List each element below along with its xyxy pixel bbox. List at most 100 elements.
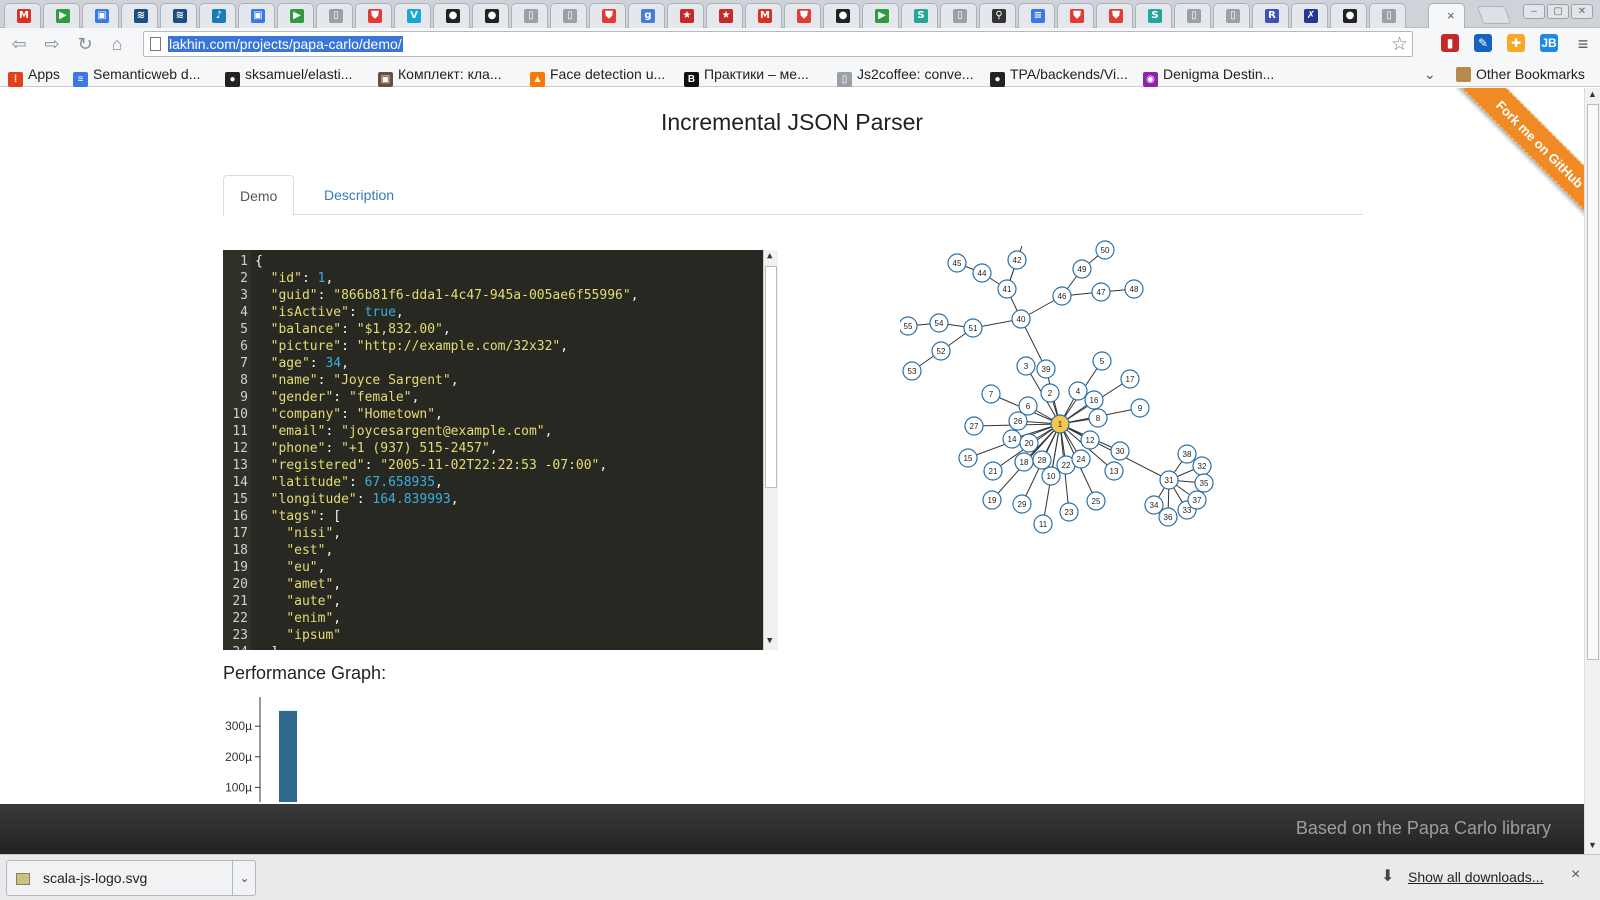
- code-line[interactable]: "email": "joycesargent@example.com",: [255, 423, 553, 440]
- code-line[interactable]: "aute",: [255, 593, 341, 610]
- tree-node[interactable]: 46: [1052, 286, 1072, 306]
- code-line[interactable]: "phone": "+1 (937) 515-2457",: [255, 440, 498, 457]
- bookmark-item[interactable]: ≡ Semanticweb d...: [73, 64, 200, 87]
- code-line[interactable]: "id": 1,: [255, 270, 334, 287]
- tree-node[interactable]: 15: [958, 448, 978, 468]
- tree-node[interactable]: 20: [1019, 433, 1039, 453]
- browser-tab[interactable]: ★: [667, 3, 704, 28]
- browser-tab[interactable]: ▣: [238, 3, 275, 28]
- browser-tab[interactable]: ▯: [1369, 3, 1406, 28]
- browser-tab[interactable]: ▶: [277, 3, 314, 28]
- tree-node[interactable]: 55: [900, 316, 918, 336]
- download-item[interactable]: scala-js-logo.svg ⌄: [6, 860, 256, 896]
- bookmark-item[interactable]: ● sksamuel/elasti...: [225, 64, 352, 87]
- tree-node[interactable]: 21: [983, 461, 1003, 481]
- json-editor[interactable]: 123456789101112131415161718192021222324 …: [223, 250, 778, 650]
- tree-node[interactable]: 16: [1084, 390, 1104, 410]
- browser-tab[interactable]: M: [4, 3, 41, 28]
- code-line[interactable]: "tags": [: [255, 508, 341, 525]
- browser-tab[interactable]: ▯: [1213, 3, 1250, 28]
- tree-node[interactable]: 48: [1124, 279, 1144, 299]
- code-line[interactable]: "name": "Joyce Sargent",: [255, 372, 459, 389]
- code-line[interactable]: ],: [255, 644, 287, 650]
- tree-node[interactable]: 8: [1088, 408, 1108, 428]
- editor-scroll-thumb[interactable]: [765, 266, 777, 488]
- bookmark-item[interactable]: ● TPA/backends/Vi...: [990, 64, 1128, 87]
- browser-tab[interactable]: ⛊: [1096, 3, 1133, 28]
- browser-tab[interactable]: V: [394, 3, 431, 28]
- tree-node[interactable]: 49: [1072, 259, 1092, 279]
- python-ext-icon[interactable]: ✚: [1507, 34, 1525, 52]
- tree-node[interactable]: 36: [1158, 507, 1178, 527]
- code-line[interactable]: "latitude": 67.658935,: [255, 474, 443, 491]
- tree-node[interactable]: 35: [1194, 473, 1214, 493]
- browser-tab[interactable]: ⛊: [1057, 3, 1094, 28]
- tree-node[interactable]: 44: [972, 263, 992, 283]
- code-line[interactable]: "enim",: [255, 610, 341, 627]
- browser-tab[interactable]: ✗: [1291, 3, 1328, 28]
- browser-tab[interactable]: g: [628, 3, 665, 28]
- tree-node[interactable]: 5: [1092, 351, 1112, 371]
- code-line[interactable]: "amet",: [255, 576, 341, 593]
- tree-node[interactable]: 47: [1091, 282, 1111, 302]
- browser-tab[interactable]: R: [1252, 3, 1289, 28]
- browser-tab[interactable]: ≋: [160, 3, 197, 28]
- tree-node[interactable]: 3: [1016, 356, 1036, 376]
- tree-node[interactable]: 39: [1036, 359, 1056, 379]
- browser-tab[interactable]: ▯: [316, 3, 353, 28]
- code-line[interactable]: {: [255, 253, 263, 270]
- home-icon[interactable]: ⌂: [104, 32, 130, 56]
- tree-node[interactable]: 12: [1080, 430, 1100, 450]
- tree-node[interactable]: 18: [1014, 452, 1034, 472]
- jetbrains-ext-icon[interactable]: JB: [1540, 34, 1558, 52]
- tree-node[interactable]: 51: [963, 318, 983, 338]
- browser-tab[interactable]: S: [1135, 3, 1172, 28]
- browser-tab[interactable]: ≋: [121, 3, 158, 28]
- code-line[interactable]: "guid": "866b81f6-dda1-4c47-945a-005ae6f…: [255, 287, 639, 304]
- browser-tab[interactable]: ●: [1330, 3, 1367, 28]
- address-bar[interactable]: lakhin.com/projects/papa-carlo/demo/ ☆: [143, 31, 1413, 57]
- code-line[interactable]: "longitude": 164.839993,: [255, 491, 459, 508]
- tree-node[interactable]: 29: [1012, 494, 1032, 514]
- tree-node[interactable]: 23: [1059, 502, 1079, 522]
- minimize-button[interactable]: ‒: [1523, 4, 1545, 19]
- tree-node[interactable]: 24: [1071, 449, 1091, 469]
- maximize-button[interactable]: ▢: [1547, 4, 1569, 19]
- browser-tab[interactable]: ●: [472, 3, 509, 28]
- tree-node[interactable]: 38: [1177, 444, 1197, 464]
- show-all-downloads-link[interactable]: Show all downloads...: [1408, 869, 1543, 885]
- browser-tab[interactable]: S: [901, 3, 938, 28]
- tree-node[interactable]: 11: [1033, 514, 1053, 534]
- tree-node[interactable]: 40: [1011, 309, 1031, 329]
- page-scrollbar[interactable]: ▲ ▼: [1584, 88, 1600, 854]
- page-scroll-thumb[interactable]: [1587, 104, 1599, 660]
- tree-node[interactable]: 45: [947, 253, 967, 273]
- browser-tab[interactable]: ▶: [43, 3, 80, 28]
- tree-node[interactable]: 27: [964, 416, 984, 436]
- code-line[interactable]: "company": "Hometown",: [255, 406, 443, 423]
- code-line[interactable]: "eu",: [255, 559, 325, 576]
- bookmark-item[interactable]: ▲ Face detection u...: [530, 64, 665, 87]
- browser-tab[interactable]: ▯: [550, 3, 587, 28]
- tree-node[interactable]: 42: [1007, 250, 1027, 270]
- tools-ext-icon[interactable]: ✎: [1474, 34, 1492, 52]
- code-line[interactable]: "balance": "$1,832.00",: [255, 321, 451, 338]
- scroll-up-icon[interactable]: ▲: [767, 251, 772, 261]
- close-tab-icon[interactable]: ×: [1447, 8, 1455, 23]
- new-tab-button[interactable]: [1476, 6, 1512, 24]
- browser-tab[interactable]: ⛊: [784, 3, 821, 28]
- tree-node[interactable]: 1: [1050, 414, 1070, 434]
- bookmark-item[interactable]: ◉ Denigma Destin...: [1143, 64, 1274, 87]
- browser-tab[interactable]: ▣: [82, 3, 119, 28]
- tree-node[interactable]: 41: [997, 279, 1017, 299]
- tree-node[interactable]: 25: [1086, 491, 1106, 511]
- download-filename[interactable]: scala-js-logo.svg: [43, 870, 147, 886]
- bookmark-ext-icon[interactable]: ▮: [1441, 34, 1459, 52]
- tree-node[interactable]: 52: [931, 341, 951, 361]
- browser-tab[interactable]: ▯: [1174, 3, 1211, 28]
- url-text[interactable]: lakhin.com/projects/papa-carlo/demo/: [168, 36, 403, 52]
- browser-tab[interactable]: ⚲: [979, 3, 1016, 28]
- browser-tab[interactable]: ⛊: [355, 3, 392, 28]
- download-menu-button[interactable]: ⌄: [232, 861, 256, 895]
- browser-tab-active[interactable]: ×: [1428, 3, 1465, 28]
